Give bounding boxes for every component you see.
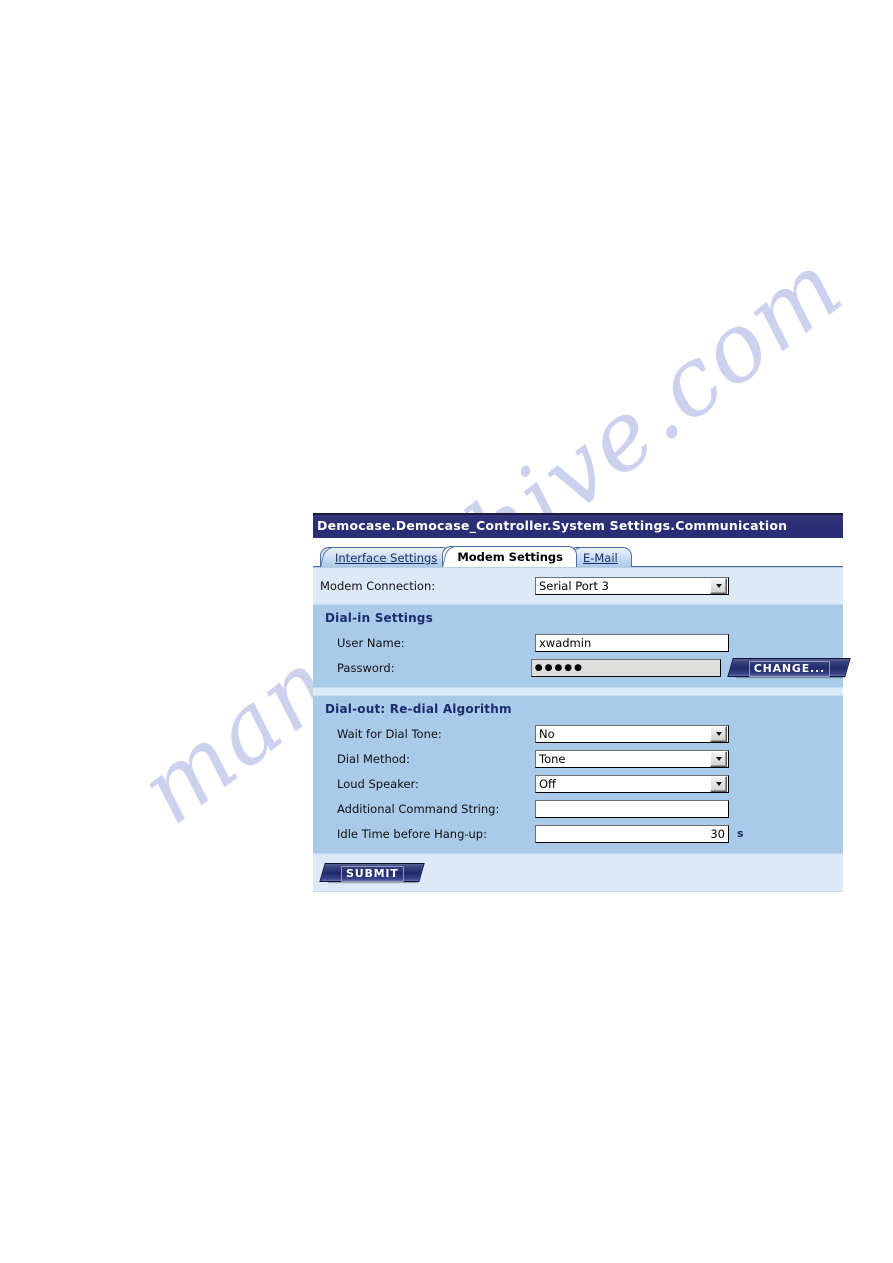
loud-speaker-select[interactable]: Off [535,774,729,793]
group-separator [313,688,843,695]
wait-for-dial-tone-select[interactable]: No [535,724,729,743]
dial-in-settings-group: Dial-in Settings User Name: xwadmin Pass… [313,604,843,688]
idle-time-value: 30 [710,826,725,841]
modem-connection-select[interactable]: Serial Port 3 [535,576,729,595]
tab-strip-container: Interface Settings Modem Settings E-Mail [313,538,843,567]
row-wait-for-dial-tone: Wait for Dial Tone: No [313,721,843,746]
tab-e-mail-label: E-Mail [582,551,618,565]
settings-form: Modem Connection: Serial Port 3 Dial-in … [313,567,843,892]
password-field[interactable]: ●●●●● [530,658,721,677]
tab-strip: Interface Settings Modem Settings E-Mail [313,545,843,567]
modem-connection-label: Modem Connection: [320,578,436,593]
row-idle-time: Idle Time before Hang-up: 30 s [313,821,843,846]
user-name-input[interactable]: xwadmin [535,633,729,652]
change-password-button-label: CHANGE... [748,661,830,677]
tab-e-mail[interactable]: E-Mail [567,547,632,567]
window-title-bar: Democase.Democase_Controller.System Sett… [313,513,843,538]
password-value: ●●●●● [534,662,584,673]
tab-modem-settings-label: Modem Settings [457,550,563,564]
wait-for-dial-tone-value: No [539,726,555,741]
password-label: Password: [337,660,395,675]
row-additional-command-string: Additional Command String: [313,796,843,821]
chevron-down-icon[interactable] [710,725,727,742]
modem-settings-panel: Democase.Democase_Controller.System Sett… [313,513,843,892]
row-dial-method: Dial Method: Tone [313,746,843,771]
dial-method-select[interactable]: Tone [535,749,729,768]
wait-for-dial-tone-label: Wait for Dial Tone: [337,726,442,741]
row-user-name: User Name: xwadmin [313,630,843,655]
dial-out-settings-title: Dial-out: Re-dial Algorithm [325,702,512,716]
dial-in-settings-title: Dial-in Settings [325,611,433,625]
loud-speaker-value: Off [539,776,556,791]
idle-time-label: Idle Time before Hang-up: [337,826,487,841]
row-password: Password: ●●●●● CHANGE... [313,655,843,680]
user-name-label: User Name: [337,635,405,650]
additional-command-string-input[interactable] [535,799,729,818]
change-password-button[interactable]: CHANGE... [734,658,843,677]
idle-time-input[interactable]: 30 [535,824,729,843]
submit-button[interactable]: SUBMIT [327,863,417,882]
row-modem-connection: Modem Connection: Serial Port 3 [313,573,843,598]
modem-connection-zone: Modem Connection: Serial Port 3 [313,568,843,604]
dial-out-settings-group: Dial-out: Re-dial Algorithm Wait for Dia… [313,695,843,854]
breadcrumb-title: Democase.Democase_Controller.System Sett… [317,518,788,533]
loud-speaker-label: Loud Speaker: [337,776,419,791]
tab-interface-settings-label: Interface Settings [335,551,438,565]
dial-method-label: Dial Method: [337,751,410,766]
row-loud-speaker: Loud Speaker: Off [313,771,843,796]
modem-connection-value: Serial Port 3 [539,578,609,593]
chevron-down-icon[interactable] [710,577,727,594]
tab-interface-settings[interactable]: Interface Settings [320,547,452,567]
chevron-down-icon[interactable] [710,775,727,792]
user-name-value: xwadmin [539,635,592,650]
tab-modem-settings[interactable]: Modem Settings [442,546,577,567]
change-password-wrap: CHANGE... [734,658,843,677]
chevron-down-icon[interactable] [710,750,727,767]
panel-bottom-edge [313,891,843,892]
additional-command-string-label: Additional Command String: [337,801,500,816]
idle-time-unit: s [737,827,744,840]
submit-button-label: SUBMIT [341,866,404,882]
dial-method-value: Tone [539,751,566,766]
submit-zone: SUBMIT [313,854,843,891]
